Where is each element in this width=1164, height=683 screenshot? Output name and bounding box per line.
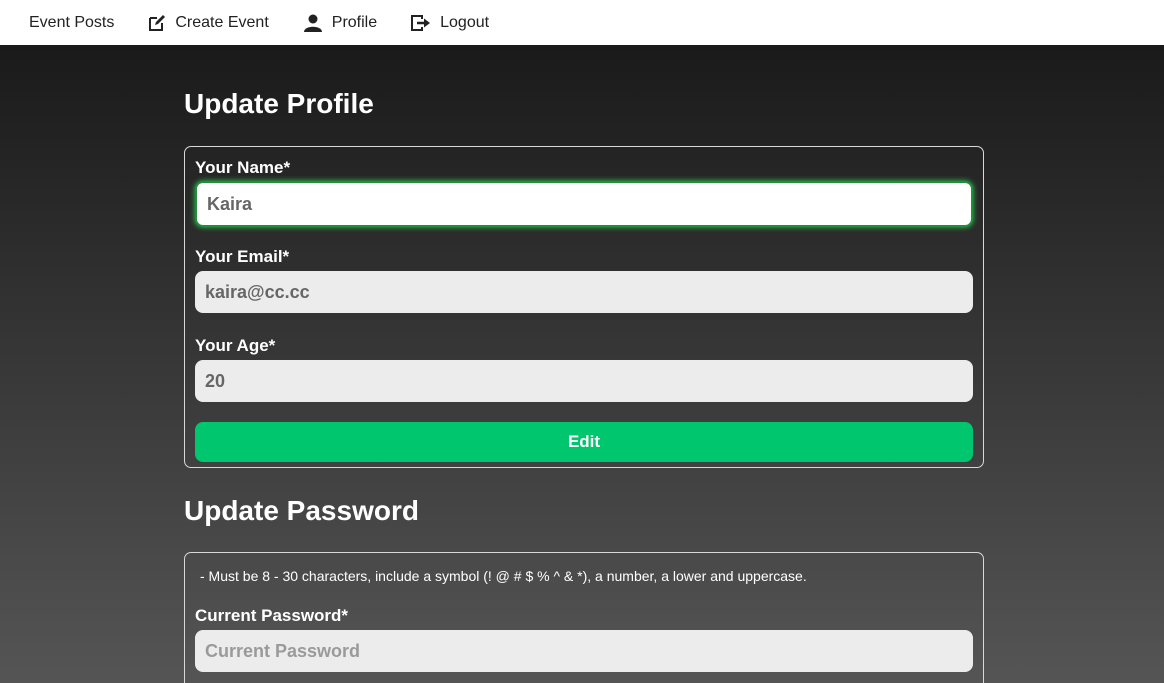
main-area: Update Profile Your Name* Your Email* Yo… (0, 45, 1164, 683)
current-password-label: Current Password* (195, 606, 349, 625)
current-password-input[interactable] (195, 630, 973, 672)
nav-logout[interactable]: Logout (411, 14, 489, 32)
age-input[interactable] (195, 360, 973, 402)
email-input[interactable] (195, 271, 973, 313)
age-label: Your Age* (195, 336, 276, 355)
nav-logout-label: Logout (440, 13, 490, 31)
content-column: Update Profile Your Name* Your Email* Yo… (184, 45, 984, 683)
edit-button[interactable]: Edit (195, 422, 973, 462)
edit-icon (148, 14, 166, 32)
logout-icon (411, 14, 431, 31)
update-profile-title: Update Profile (184, 88, 374, 119)
nav-create-event-label: Create Event (175, 13, 269, 31)
top-navbar: Event Posts Create Event Profile Logout (0, 0, 1164, 45)
update-password-title: Update Password (184, 495, 419, 526)
nav-event-posts[interactable]: Event Posts (29, 14, 114, 32)
nav-profile-label: Profile (331, 13, 378, 31)
name-input[interactable] (195, 181, 973, 227)
user-icon (303, 14, 323, 32)
name-label: Your Name* (195, 158, 291, 177)
update-password-form: - Must be 8 - 30 characters, include a s… (184, 552, 984, 683)
nav-create-event[interactable]: Create Event (148, 13, 269, 32)
password-rules-hint: - Must be 8 - 30 characters, include a s… (200, 568, 807, 584)
nav-event-posts-label: Event Posts (29, 13, 115, 31)
update-profile-form: Your Name* Your Email* Your Age* Edit (184, 146, 984, 468)
nav-profile[interactable]: Profile (303, 14, 377, 32)
email-label: Your Email* (195, 247, 290, 266)
